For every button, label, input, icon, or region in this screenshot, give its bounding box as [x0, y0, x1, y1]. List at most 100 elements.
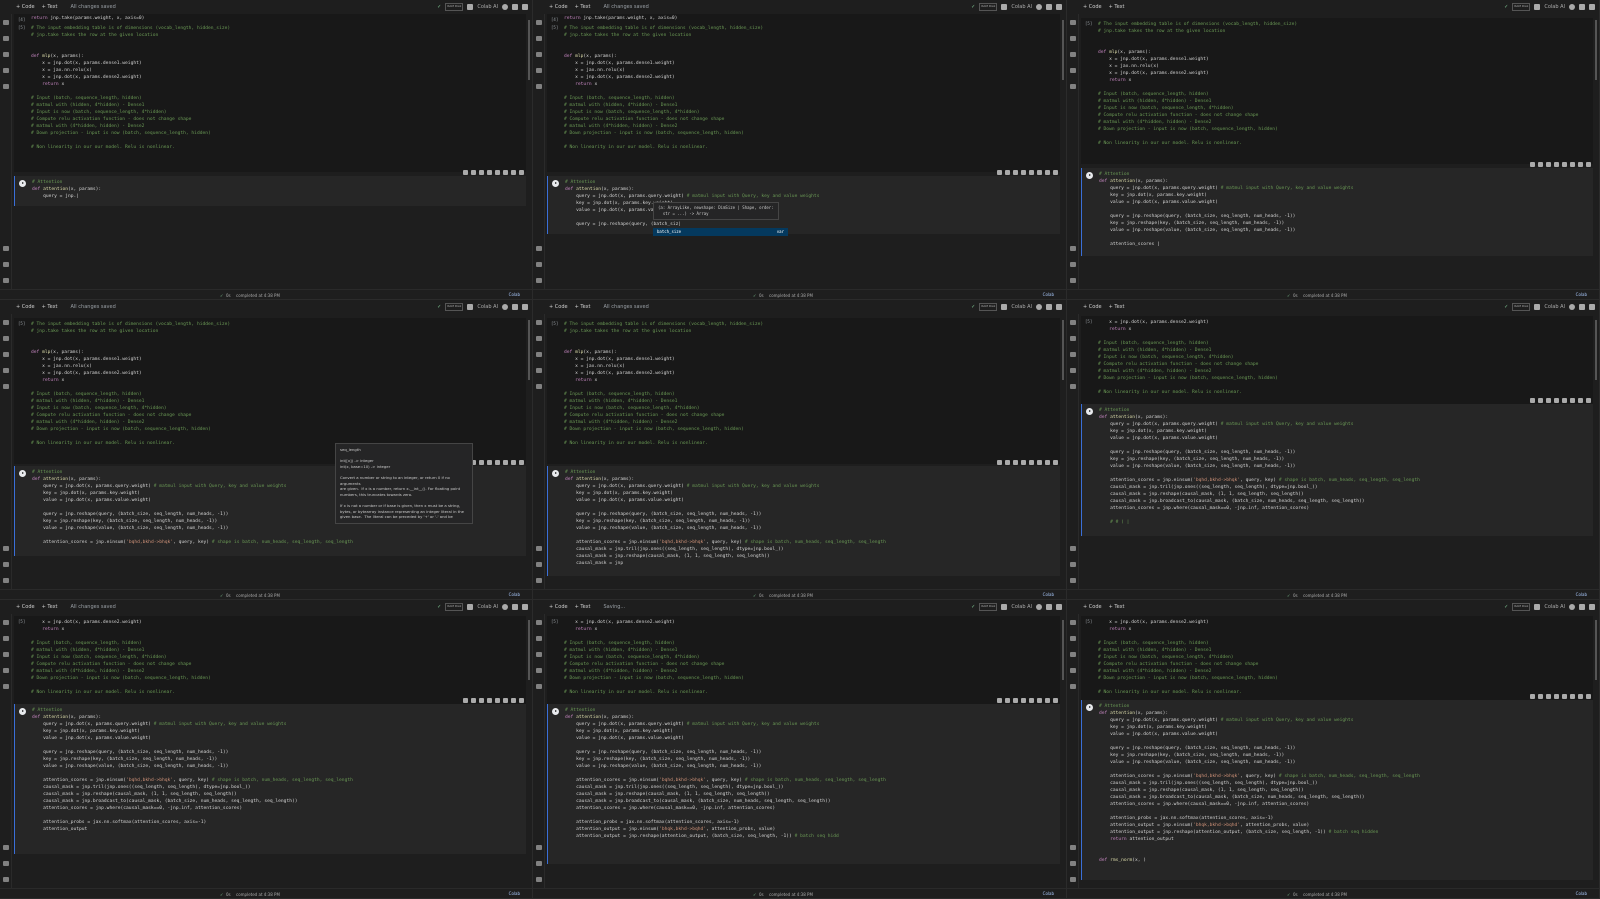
- delete-icon[interactable]: [511, 459, 516, 465]
- move-up-icon[interactable]: [463, 697, 468, 703]
- search-icon[interactable]: [1070, 36, 1076, 41]
- cell-code[interactable]: # Attention def attention(x, params): qu…: [32, 469, 353, 546]
- cell-code[interactable]: x = jnp.dot(x, params.dense2.weight) ret…: [1098, 319, 1278, 396]
- secrets-key-icon[interactable]: [536, 68, 542, 73]
- code-cell-attention[interactable]: # Attention def attention(x, params): qu…: [1081, 404, 1593, 536]
- link-icon[interactable]: [479, 169, 484, 175]
- mirror-icon[interactable]: [1037, 697, 1042, 703]
- collapse-icon[interactable]: [522, 304, 528, 310]
- gear-icon[interactable]: [1029, 697, 1034, 703]
- cell-code[interactable]: # Attention def attention(x, params): qu…: [565, 469, 886, 567]
- mirror-icon[interactable]: [1570, 397, 1575, 403]
- add-code-button[interactable]: + Code: [16, 604, 35, 610]
- search-icon[interactable]: [3, 336, 9, 341]
- gear-icon[interactable]: [1579, 604, 1585, 610]
- cell-code[interactable]: # Attention def attention(x, params): qu…: [1099, 407, 1420, 526]
- files-folder-icon[interactable]: [3, 84, 9, 89]
- delete-icon[interactable]: [1045, 169, 1050, 175]
- terminal-icon[interactable]: [3, 546, 9, 551]
- command-palette-icon[interactable]: [1070, 562, 1076, 567]
- link-icon[interactable]: [1546, 397, 1551, 403]
- command-palette-icon[interactable]: [3, 562, 9, 567]
- mirror-icon[interactable]: [503, 697, 508, 703]
- command-palette-icon[interactable]: [3, 262, 9, 267]
- terminal-icon[interactable]: [3, 845, 9, 850]
- colab-ai-button[interactable]: Colab AI: [1011, 304, 1032, 310]
- code-cell-attention[interactable]: # Attention def attention(x, params): qu…: [14, 704, 526, 854]
- secrets-key-icon[interactable]: [536, 668, 542, 673]
- cell-code[interactable]: x = jnp.dot(x, params.dense2.weight) ret…: [31, 619, 211, 696]
- more-icon[interactable]: [519, 697, 524, 703]
- comment-icon[interactable]: [487, 697, 492, 703]
- secrets-key-icon[interactable]: [1070, 368, 1076, 373]
- vertical-scrollbar[interactable]: [1062, 620, 1064, 680]
- run-cell-button[interactable]: [19, 708, 26, 715]
- move-down-icon[interactable]: [471, 697, 476, 703]
- files-folder-icon[interactable]: [536, 384, 542, 389]
- more-icon[interactable]: [1053, 697, 1058, 703]
- variables-icon[interactable]: [1070, 652, 1076, 657]
- gear-icon[interactable]: [1579, 4, 1585, 10]
- command-palette-icon[interactable]: [1070, 861, 1076, 866]
- add-text-button[interactable]: + Text: [575, 4, 591, 10]
- search-icon[interactable]: [1070, 336, 1076, 341]
- move-up-icon[interactable]: [463, 169, 468, 175]
- search-icon[interactable]: [3, 36, 9, 41]
- command-palette-icon[interactable]: [536, 861, 542, 866]
- vertical-scrollbar[interactable]: [528, 320, 530, 380]
- ram-disk-indicator[interactable]: RAM Disk: [445, 603, 464, 611]
- add-code-button[interactable]: + Code: [549, 4, 568, 10]
- code-cell-attention[interactable]: # Attention def attention(x, params): qu…: [547, 176, 1060, 234]
- link-icon[interactable]: [1013, 697, 1018, 703]
- colab-ai-button[interactable]: Colab AI: [1544, 604, 1565, 610]
- cell-code[interactable]: # The input embedding table is of dimens…: [31, 321, 230, 447]
- code-snippets-icon[interactable]: [1070, 278, 1076, 283]
- chevron-down-icon[interactable]: [1001, 304, 1008, 310]
- mirror-icon[interactable]: [503, 459, 508, 465]
- terminal-icon[interactable]: [536, 546, 542, 551]
- code-snippets-icon[interactable]: [3, 877, 9, 882]
- run-cell-button[interactable]: [1086, 172, 1093, 179]
- chevron-down-icon[interactable]: [1001, 604, 1008, 610]
- search-icon[interactable]: [536, 336, 542, 341]
- secrets-key-icon[interactable]: [1070, 668, 1076, 673]
- delete-icon[interactable]: [1578, 397, 1583, 403]
- move-down-icon[interactable]: [1005, 697, 1010, 703]
- variables-icon[interactable]: [536, 52, 542, 57]
- add-text-button[interactable]: + Text: [42, 304, 58, 310]
- add-code-button[interactable]: + Code: [549, 604, 568, 610]
- share-icon[interactable]: [1036, 4, 1042, 10]
- collapse-icon[interactable]: [522, 4, 528, 10]
- code-cell-attention[interactable]: # Attention def attention(x, params): qu…: [14, 176, 526, 206]
- share-icon[interactable]: [1569, 4, 1575, 10]
- gear-icon[interactable]: [512, 604, 518, 610]
- move-down-icon[interactable]: [1538, 161, 1543, 167]
- comment-icon[interactable]: [1554, 161, 1559, 167]
- search-icon[interactable]: [536, 636, 542, 641]
- move-up-icon[interactable]: [1530, 693, 1535, 699]
- vertical-scrollbar[interactable]: [1595, 20, 1597, 80]
- code-cell-attention[interactable]: # Attention def attention(x, params): qu…: [547, 466, 1060, 576]
- link-icon[interactable]: [1013, 459, 1018, 465]
- move-up-icon[interactable]: [997, 697, 1002, 703]
- delete-icon[interactable]: [511, 697, 516, 703]
- move-down-icon[interactable]: [1005, 169, 1010, 175]
- code-cell-attention[interactable]: # Attention def attention(x, params): qu…: [1081, 700, 1593, 880]
- cell-code[interactable]: # The input embedding table is of dimens…: [31, 25, 230, 151]
- cell-code[interactable]: # Attention def attention(x, params): qu…: [1099, 703, 1420, 864]
- ram-disk-indicator[interactable]: RAM Disk: [445, 3, 464, 11]
- code-snippets-icon[interactable]: [3, 578, 9, 583]
- secrets-key-icon[interactable]: [3, 68, 9, 73]
- code-snippets-icon[interactable]: [1070, 877, 1076, 882]
- comment-icon[interactable]: [487, 169, 492, 175]
- run-cell-button[interactable]: [19, 470, 26, 477]
- code-cell-mlp[interactable]: [5] x = jnp.dot(x, params.dense2.weight)…: [547, 616, 1060, 706]
- mirror-icon[interactable]: [1037, 459, 1042, 465]
- chevron-down-icon[interactable]: [1534, 304, 1541, 310]
- chevron-down-icon[interactable]: [1534, 604, 1541, 610]
- table-of-contents-icon[interactable]: [3, 620, 9, 625]
- gear-icon[interactable]: [1562, 693, 1567, 699]
- gear-icon[interactable]: [1562, 397, 1567, 403]
- table-of-contents-icon[interactable]: [1070, 620, 1076, 625]
- table-of-contents-icon[interactable]: [536, 20, 542, 25]
